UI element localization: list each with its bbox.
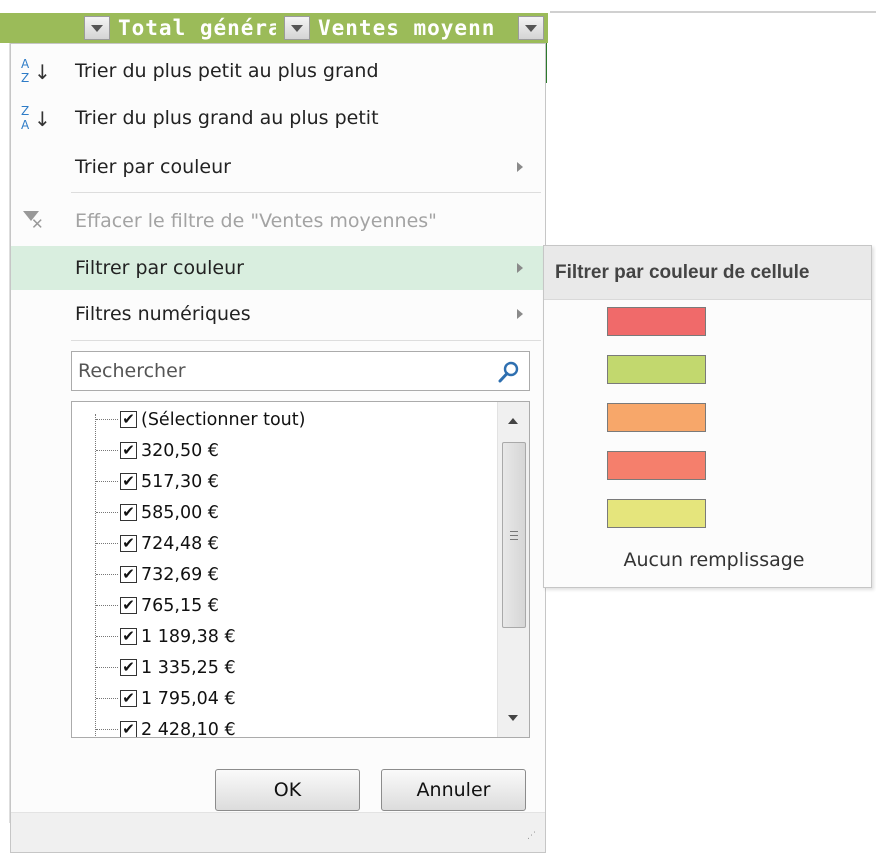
submenu-arrow-icon: [517, 263, 523, 273]
dropdown-arrow-icon: [291, 24, 303, 32]
list-item-label: 1 795,04 €: [141, 688, 236, 709]
menu-item-number-filters[interactable]: Filtres numériques: [11, 292, 545, 336]
checkbox[interactable]: ✔: [120, 628, 137, 645]
list-scrollbar[interactable]: [497, 402, 529, 737]
menu-separator: [71, 340, 541, 341]
color-swatch-salmon[interactable]: [607, 451, 706, 480]
header-cell-left: [0, 13, 76, 43]
menu-item-filter-by-color[interactable]: Filtrer par couleur: [11, 246, 545, 290]
submenu-arrow-icon: [517, 309, 523, 319]
tree-connector: [96, 698, 118, 699]
checkbox[interactable]: ✔: [120, 566, 137, 583]
list-item[interactable]: ✔ 765,15 €: [96, 590, 219, 621]
filter-dropdown-button-total[interactable]: [84, 16, 110, 40]
menu-item-label: Trier par couleur: [75, 156, 231, 178]
tree-connector: [96, 512, 118, 513]
filter-dropdown-button-ventes[interactable]: [518, 16, 544, 40]
menu-item-sort-by-color[interactable]: Trier par couleur: [11, 145, 545, 189]
menu-item-label: Trier du plus grand au plus petit: [75, 107, 379, 129]
value-list: ✔ (Sélectionner tout) ✔ 320,50 € ✔ 517,3…: [71, 401, 530, 738]
list-item-label: 585,00 €: [141, 502, 219, 523]
tree-connector: [96, 636, 118, 637]
list-item[interactable]: ✔ 724,48 €: [96, 528, 219, 559]
header-cell-total: Total généra: [76, 13, 276, 43]
autofilter-menu: A Z ↓ Trier du plus petit au plus grand ZA…: [10, 43, 546, 853]
checkbox[interactable]: ✔: [120, 721, 137, 737]
menu-separator: [71, 192, 541, 193]
color-swatch-green[interactable]: [607, 355, 706, 384]
menu-item-label: Trier du plus petit au plus grand: [75, 60, 379, 82]
cancel-button[interactable]: Annuler: [381, 769, 526, 811]
color-swatch-red[interactable]: [607, 307, 706, 336]
tree-connector: [96, 605, 118, 606]
list-item-label: 517,30 €: [141, 471, 219, 492]
clear-x-icon: ✕: [31, 215, 44, 233]
menu-item-label: Filtrer par couleur: [75, 257, 244, 279]
list-item-label: (Sélectionner tout): [141, 409, 306, 430]
tree-connector: [96, 729, 118, 730]
list-item[interactable]: ✔ 585,00 €: [96, 497, 219, 528]
tree-connector: [96, 574, 118, 575]
tree-connector: [96, 450, 118, 451]
menu-item-label: Effacer le filtre de "Ventes moyennes": [75, 210, 437, 232]
list-item[interactable]: ✔ 517,30 €: [96, 466, 219, 497]
list-item-label: 765,15 €: [141, 595, 219, 616]
list-item-label: 1 189,38 €: [141, 626, 236, 647]
no-fill-option[interactable]: Aucun remplissage: [544, 549, 876, 571]
filter-dropdown-button-ventes-left[interactable]: [284, 16, 310, 40]
list-item-label: 320,50 €: [141, 440, 219, 461]
tree-connector: [96, 667, 118, 668]
tree-connector: [96, 481, 118, 482]
checkbox[interactable]: ✔: [120, 535, 137, 552]
grip-icon: [510, 531, 518, 540]
ok-button[interactable]: OK: [215, 769, 360, 811]
sheet-left-border: [0, 43, 10, 823]
checkbox[interactable]: ✔: [120, 411, 137, 428]
search-input[interactable]: [72, 352, 492, 390]
dropdown-arrow-icon: [91, 24, 103, 32]
color-swatch-yellow[interactable]: [607, 499, 706, 528]
worksheet-top-border: [550, 11, 876, 13]
menu-footer: ⋰: [11, 812, 545, 852]
list-item-label: 732,69 €: [141, 564, 219, 585]
menu-item-sort-ascending[interactable]: A Z ↓ Trier du plus petit au plus grand: [11, 49, 545, 93]
header-cell-ventes: Ventes moyenn: [276, 13, 548, 43]
dropdown-arrow-icon: [525, 24, 537, 32]
header-label-total: Total généra: [118, 16, 276, 40]
checkbox[interactable]: ✔: [120, 442, 137, 459]
list-item-label: 724,48 €: [141, 533, 219, 554]
list-item[interactable]: ✔ 1 335,25 €: [96, 652, 236, 683]
list-item[interactable]: ✔ 320,50 €: [96, 435, 219, 466]
list-item-label: 2 428,10 €: [141, 719, 236, 738]
resize-grip-icon[interactable]: ⋰: [527, 832, 537, 844]
submenu-title: Filtrer par couleur de cellule: [544, 246, 871, 300]
header-label-ventes: Ventes moyenn: [318, 16, 496, 40]
list-item[interactable]: ✔ 1 189,38 €: [96, 621, 236, 652]
menu-item-label: Filtres numériques: [75, 303, 251, 325]
scroll-up-icon[interactable]: [508, 418, 518, 424]
list-item[interactable]: ✔ 732,69 €: [96, 559, 219, 590]
list-item[interactable]: ✔ 2 428,10 €: [96, 714, 236, 738]
list-item-label: 1 335,25 €: [141, 657, 236, 678]
tree-connector: [96, 419, 118, 420]
checkbox[interactable]: ✔: [120, 504, 137, 521]
tree-connector: [96, 543, 118, 544]
list-item[interactable]: ✔ 1 795,04 €: [96, 683, 236, 714]
scrollbar-thumb[interactable]: [502, 442, 526, 628]
checkbox[interactable]: ✔: [120, 690, 137, 707]
menu-item-clear-filter: ✕ Effacer le filtre de "Ventes moyennes": [11, 199, 545, 243]
checkbox[interactable]: ✔: [120, 659, 137, 676]
checkbox[interactable]: ✔: [120, 473, 137, 490]
search-box: [71, 351, 530, 391]
magnifier-icon[interactable]: [497, 360, 521, 384]
filter-by-color-submenu: Filtrer par couleur de cellule Aucun rem…: [543, 245, 872, 588]
scroll-down-icon[interactable]: [508, 715, 518, 721]
checkbox[interactable]: ✔: [120, 597, 137, 614]
color-swatch-orange[interactable]: [607, 403, 706, 432]
submenu-arrow-icon: [517, 162, 523, 172]
list-item[interactable]: ✔ (Sélectionner tout): [96, 404, 305, 435]
menu-item-sort-descending[interactable]: Z A ↓ Trier du plus grand au plus petit: [11, 96, 545, 140]
